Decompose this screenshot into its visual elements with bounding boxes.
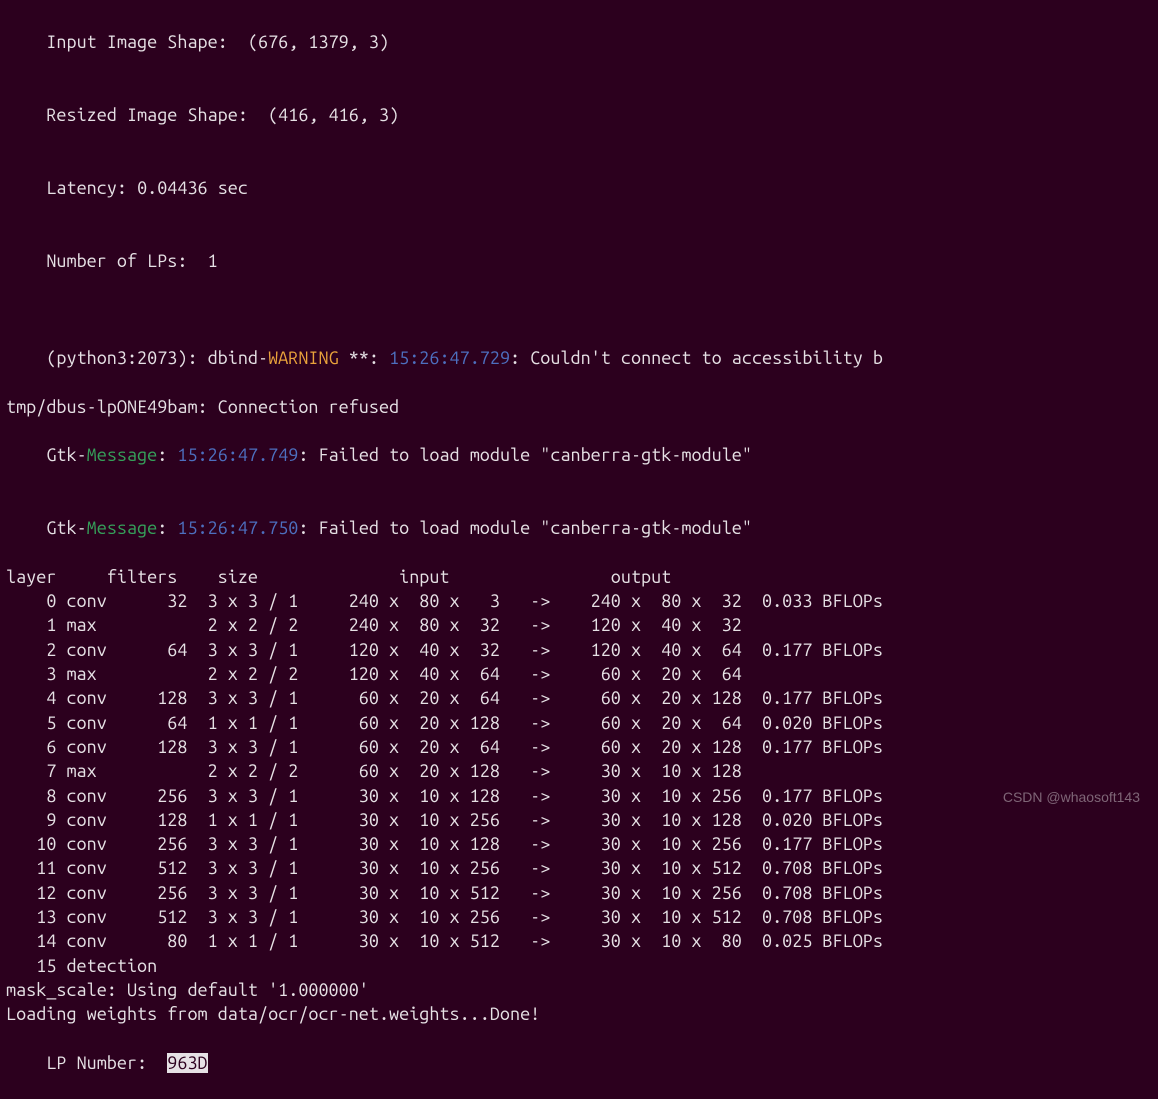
- layer-table-header: layer filters size input output: [6, 565, 1152, 589]
- input-shape-line: Input Image Shape: (676, 1379, 3): [6, 6, 1152, 79]
- gtk-message-line-1: Gtk-Message: 15:26:47.749: Failed to loa…: [6, 419, 1152, 492]
- dbind-prefix: (python3:2073): dbind-: [46, 348, 268, 368]
- gtk-timestamp: 15:26:47.749: [177, 445, 298, 465]
- loading-weights-line: Loading weights from data/ocr/ocr-net.we…: [6, 1002, 1152, 1026]
- gtk-tail: : Failed to load module "canberra-gtk-mo…: [298, 445, 752, 465]
- gtk-colon: :: [157, 445, 177, 465]
- gtk-message-line-2: Gtk-Message: 15:26:47.750: Failed to loa…: [6, 492, 1152, 565]
- latency-line: Latency: 0.04436 sec: [6, 152, 1152, 225]
- resized-shape-value: (416, 416, 3): [268, 105, 399, 125]
- lp-number-value[interactable]: 963D: [167, 1053, 207, 1073]
- lp-number-label: LP Number:: [46, 1053, 167, 1073]
- dbind-warning-line: (python3:2073): dbind-WARNING **: 15:26:…: [6, 322, 1152, 395]
- terminal-output[interactable]: Input Image Shape: (676, 1379, 3) Resize…: [6, 6, 1152, 1099]
- layer-table: 0 conv 32 3 x 3 / 1 240 x 80 x 3 -> 240 …: [6, 589, 1152, 978]
- input-shape-value: (676, 1379, 3): [248, 32, 389, 52]
- resized-shape-line: Resized Image Shape: (416, 416, 3): [6, 79, 1152, 152]
- dbind-timestamp: 15:26:47.729: [389, 348, 510, 368]
- num-lp-label: Number of LPs:: [46, 251, 207, 271]
- dbind-warning-line-2: tmp/dbus-lpONE49bam: Connection refused: [6, 395, 1152, 419]
- blank-line: [6, 298, 1152, 322]
- input-shape-label: Input Image Shape:: [46, 32, 248, 52]
- resized-shape-label: Resized Image Shape:: [46, 105, 268, 125]
- gtk-message-word: Message: [87, 518, 158, 538]
- gtk-prefix: Gtk-: [46, 518, 86, 538]
- num-lp-line: Number of LPs: 1: [6, 225, 1152, 298]
- gtk-timestamp: 15:26:47.750: [177, 518, 298, 538]
- num-lp-value: 1: [208, 251, 218, 271]
- gtk-tail: : Failed to load module "canberra-gtk-mo…: [298, 518, 752, 538]
- dbind-warning-word: WARNING: [268, 348, 339, 368]
- gtk-message-word: Message: [87, 445, 158, 465]
- dbind-stars: **:: [339, 348, 389, 368]
- watermark: CSDN @whaosoft143: [1003, 788, 1140, 807]
- latency-value: 0.04436 sec: [137, 178, 248, 198]
- mask-scale-line: mask_scale: Using default '1.000000': [6, 978, 1152, 1002]
- gtk-prefix: Gtk-: [46, 445, 86, 465]
- latency-label: Latency:: [46, 178, 137, 198]
- lp-number-line: LP Number: 963D: [6, 1026, 1152, 1099]
- dbind-tail: : Couldn't connect to accessibility b: [510, 348, 883, 368]
- gtk-colon: :: [157, 518, 177, 538]
